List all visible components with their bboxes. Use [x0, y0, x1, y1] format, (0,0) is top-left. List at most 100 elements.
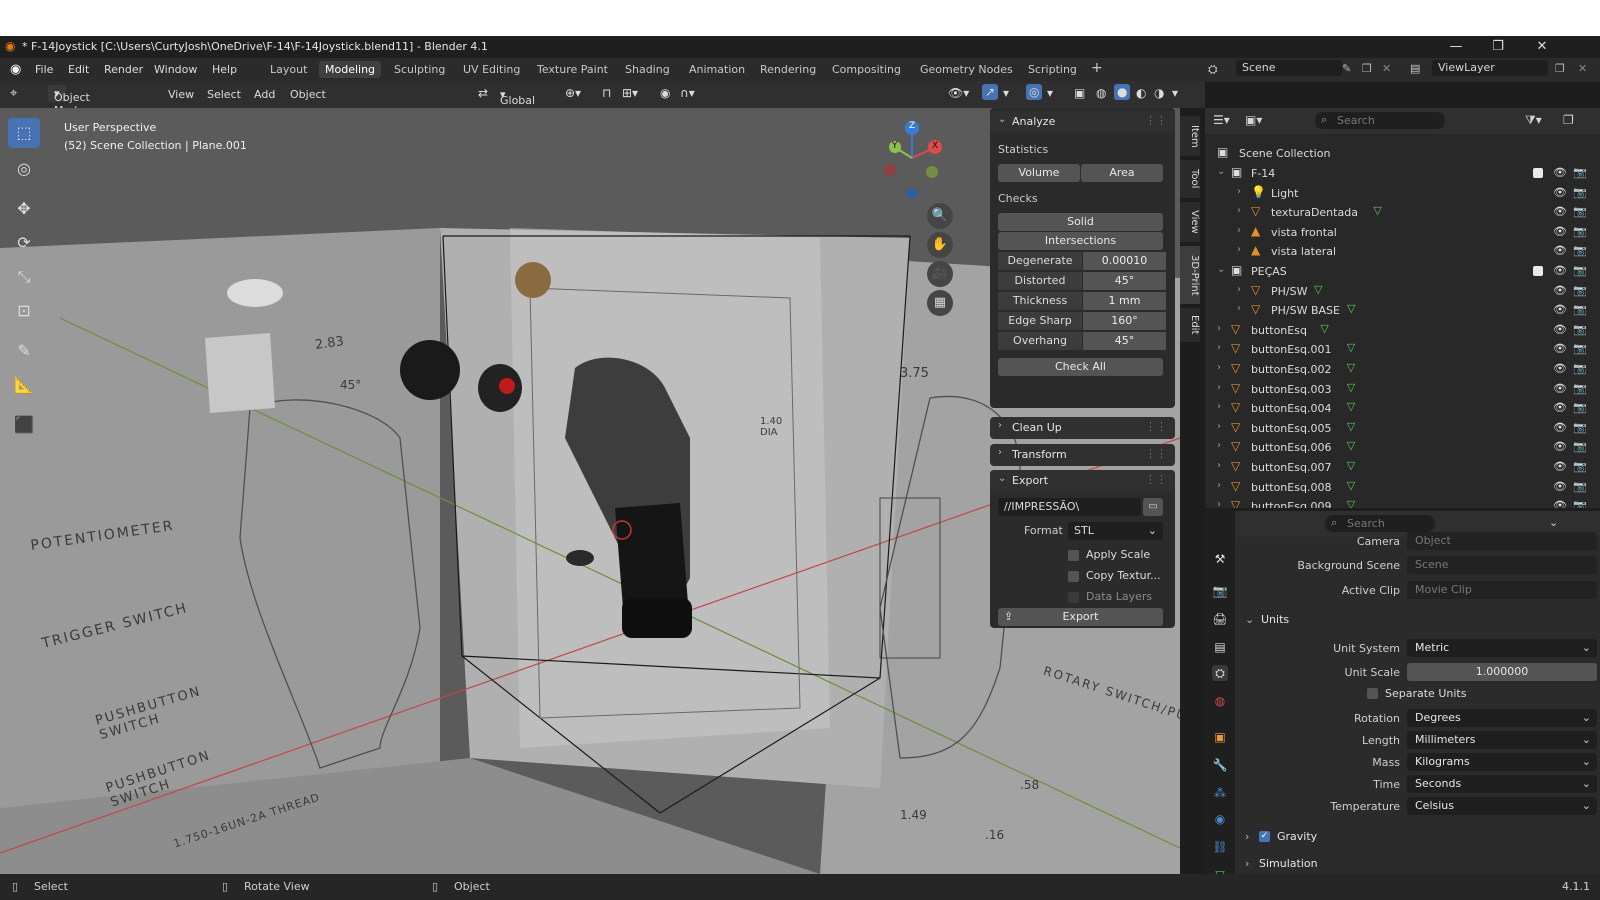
eye-icon[interactable]: 👁	[1553, 186, 1567, 199]
tab-geometry-nodes[interactable]: Geometry Nodes	[920, 63, 1013, 76]
object-tab-icon[interactable]: ▣	[1212, 729, 1228, 745]
expand-icon[interactable]: ›	[1217, 401, 1221, 412]
edge-sharp-row[interactable]: Edge Sharp 160°	[998, 312, 1166, 330]
eye-icon[interactable]: 👁	[1553, 460, 1567, 473]
time-dropdown[interactable]: Seconds ⌄	[1407, 775, 1597, 793]
outliner-item[interactable]: › ▽ buttonEsq.006 ▽ 👁 📷	[1205, 438, 1600, 458]
expand-icon[interactable]: ›	[1237, 303, 1241, 314]
ortho-grid-icon[interactable]: ▦	[927, 290, 953, 316]
distorted-field[interactable]: 45°	[1083, 272, 1166, 290]
analyze-header[interactable]: ⌄ Analyze ⋮⋮	[990, 111, 1175, 133]
export-button[interactable]: ⇪ Export	[998, 608, 1163, 626]
outliner-item[interactable]: › ▽ buttonEsq ▽ 👁 📷	[1205, 321, 1600, 341]
eye-icon[interactable]: 👁	[1553, 499, 1567, 508]
material-shading-icon[interactable]: ◐	[1136, 86, 1146, 100]
camera-icon[interactable]: 📷	[1573, 362, 1587, 375]
mesh-data-icon[interactable]: ▽	[1347, 400, 1355, 413]
active-clip-field[interactable]: Movie Clip	[1407, 581, 1597, 599]
camera-icon[interactable]: 📷	[1573, 205, 1587, 218]
menu-select[interactable]: Select	[207, 88, 241, 101]
outliner-editor-icon[interactable]: ☰▾	[1213, 113, 1230, 127]
gravity-checkbox[interactable]: ✓	[1259, 831, 1270, 842]
visibility-icon[interactable]: 👁▾	[948, 86, 969, 100]
editor-type-icon[interactable]: ⌖	[10, 86, 17, 101]
tab-tool[interactable]: Tool	[1180, 160, 1200, 198]
copy-textures-checkbox[interactable]	[1068, 571, 1079, 582]
overlays-dropdown-icon[interactable]: ▾	[1047, 86, 1053, 100]
volume-button[interactable]: Volume	[998, 164, 1080, 182]
physics-tab-icon[interactable]: ◉	[1212, 811, 1228, 827]
mesh-data-icon[interactable]: ▽	[1347, 459, 1355, 472]
menu-help[interactable]: Help	[212, 63, 237, 76]
drag-handle-icon[interactable]: ⋮⋮	[1145, 114, 1167, 127]
camera-icon[interactable]: 📷	[1573, 342, 1587, 355]
outliner-item[interactable]: › ▽ texturaDentada ▽ 👁 📷	[1205, 203, 1600, 223]
output-tab-icon[interactable]: 🖨	[1212, 611, 1228, 627]
tab-layout[interactable]: Layout	[270, 63, 307, 76]
camera-icon[interactable]: 📷	[1573, 499, 1587, 508]
new-viewlayer-icon[interactable]: ❐	[1555, 62, 1565, 75]
expand-icon[interactable]: ›	[1217, 460, 1221, 471]
camera-view-icon[interactable]: 🎥	[927, 261, 953, 287]
render-tab-icon[interactable]: 📷	[1212, 583, 1228, 599]
expand-icon[interactable]: ›	[1217, 440, 1221, 451]
outliner-item[interactable]: › ▽ buttonEsq.007 ▽ 👁 📷	[1205, 458, 1600, 478]
maximize-button[interactable]: ❐	[1478, 36, 1518, 58]
xray-icon[interactable]: ▣	[1074, 86, 1085, 100]
mesh-data-icon[interactable]: ▽	[1320, 322, 1328, 335]
drag-handle-icon[interactable]: ⋮⋮	[1145, 447, 1167, 460]
outliner-item[interactable]: › ▽ buttonEsq.008 ▽ 👁 📷	[1205, 478, 1600, 498]
tab-edit[interactable]: Edit	[1180, 308, 1200, 342]
apply-scale-checkbox[interactable]	[1068, 550, 1079, 561]
mesh-data-icon[interactable]: ▽	[1347, 302, 1355, 315]
export-path-field[interactable]: //IMPRESSÃO\	[998, 498, 1141, 516]
menu-render[interactable]: Render	[104, 63, 143, 76]
temperature-dropdown[interactable]: Celsius ⌄	[1407, 797, 1597, 815]
camera-icon[interactable]: 📷	[1573, 264, 1587, 277]
camera-field[interactable]: Object	[1407, 532, 1597, 550]
tab-compositing[interactable]: Compositing	[832, 63, 901, 76]
cursor-tool[interactable]: ◎	[8, 154, 40, 184]
degenerate-row[interactable]: Degenerate 0.00010	[998, 252, 1166, 270]
check-all-button[interactable]: Check All	[998, 358, 1163, 376]
pan-hand-icon[interactable]: ✋	[927, 232, 953, 258]
eye-icon[interactable]: 👁	[1553, 244, 1567, 257]
outliner-item[interactable]: › ▽ buttonEsq.003 ▽ 👁 📷	[1205, 380, 1600, 400]
viewlayer-icon[interactable]: ▤	[1410, 62, 1420, 75]
overhang-field[interactable]: 45°	[1083, 332, 1166, 350]
thickness-row[interactable]: Thickness 1 mm	[998, 292, 1166, 310]
mesh-data-icon[interactable]: ▽	[1314, 283, 1322, 296]
constraints-tab-icon[interactable]: ⛓	[1212, 839, 1228, 855]
drag-handle-icon[interactable]: ⋮⋮	[1145, 420, 1167, 433]
eye-icon[interactable]: 👁	[1553, 480, 1567, 493]
expand-icon[interactable]: ›	[1217, 421, 1221, 432]
rotation-dropdown[interactable]: Degrees ⌄	[1407, 709, 1597, 727]
expand-icon[interactable]: ›	[1237, 225, 1241, 236]
collapse-icon[interactable]: ⌄	[1217, 264, 1225, 275]
navigation-gizmo[interactable]: Z Y X	[882, 118, 952, 200]
mesh-data-icon[interactable]: ▽	[1347, 381, 1355, 394]
outliner-search-input[interactable]: ⌕ Search	[1315, 112, 1445, 129]
overhang-button[interactable]: Overhang	[998, 332, 1082, 350]
outliner-item[interactable]: ⌄ ▣ PEÇAS 👁 📷	[1205, 262, 1600, 282]
eye-icon[interactable]: 👁	[1553, 205, 1567, 218]
gravity-section-header[interactable]: › ✓ Gravity	[1245, 828, 1595, 850]
filter-icon[interactable]: ⧩▾	[1525, 113, 1542, 128]
export-header[interactable]: ⌄ Export ⋮⋮	[990, 470, 1175, 492]
mesh-data-icon[interactable]: ▽	[1373, 204, 1381, 217]
tab-shading[interactable]: Shading	[625, 63, 670, 76]
expand-icon[interactable]: ›	[1217, 323, 1221, 334]
camera-icon[interactable]: 📷	[1573, 323, 1587, 336]
separate-units-checkbox[interactable]	[1367, 688, 1378, 699]
snap-target-icon[interactable]: ⊞▾	[622, 86, 638, 100]
mesh-data-icon[interactable]: ▽	[1347, 420, 1355, 433]
expand-icon[interactable]: ›	[1237, 205, 1241, 216]
menu-file[interactable]: File	[35, 63, 53, 76]
camera-icon[interactable]: 📷	[1573, 460, 1587, 473]
eye-icon[interactable]: 👁	[1553, 166, 1567, 179]
overlays-toggle-icon[interactable]: ◎	[1026, 84, 1043, 100]
expand-icon[interactable]: ›	[1217, 499, 1221, 508]
tab-modeling[interactable]: Modeling	[319, 61, 382, 78]
scene-icon[interactable]: ⛭	[1208, 62, 1218, 77]
degenerate-button[interactable]: Degenerate	[998, 252, 1082, 270]
